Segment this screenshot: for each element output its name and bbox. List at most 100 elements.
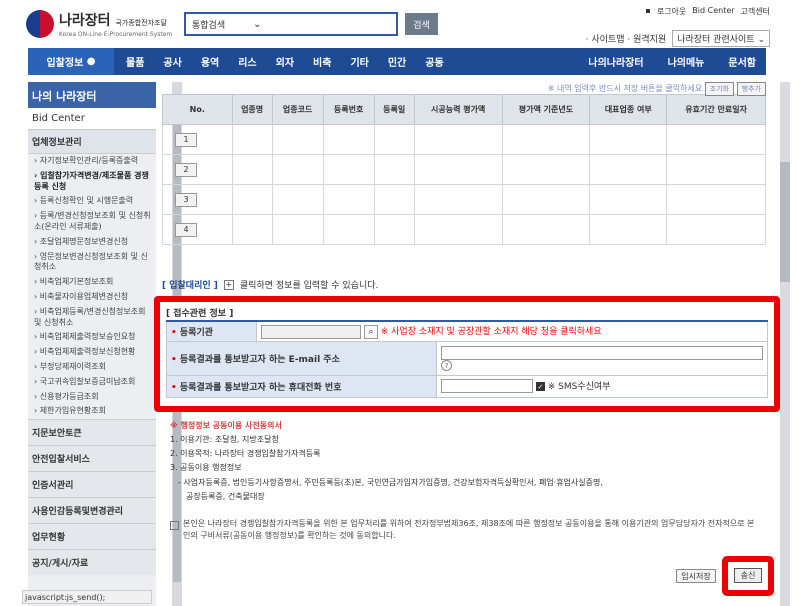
email-label: 등록결과를 통보받고자 하는 E-mail 주소 <box>179 354 340 365</box>
col-eval-year: 평가액 기준년도 <box>501 94 591 125</box>
required-mark: • <box>171 382 177 393</box>
nav-item-lease[interactable]: 리스 <box>238 54 256 69</box>
lock-icon: ▪ <box>645 6 651 15</box>
help-icon[interactable]: ? <box>441 359 452 371</box>
consent-line: 2. 이용목적: 나라장터 경쟁입찰참가자격등록 <box>170 449 321 459</box>
sidebar-item[interactable]: › 비축업체등록/변경신청정보조회 및 신청취소 <box>28 305 156 331</box>
consent-line: 3. 공동이용 행정정보 <box>170 463 242 473</box>
agency-note: ※ 사업장 소재지 및 공장관할 소재지 해당 청을 클릭하세요 <box>380 327 602 337</box>
reset-button[interactable]: 조기화 <box>704 82 735 96</box>
logo-title: 나라장터 <box>59 13 111 29</box>
nav-item-stockpile[interactable]: 비축 <box>313 54 331 69</box>
sidebar-bottom-item[interactable]: 인증서관리 <box>28 471 156 498</box>
sidebar-bid-center[interactable]: Bid Center <box>28 108 156 130</box>
bid-center-link[interactable]: Bid Center <box>692 6 734 17</box>
required-mark: • <box>171 354 177 365</box>
save-notice: ※ 내역 입력후 반드시 저장 버튼을 클릭하세요 <box>547 84 703 93</box>
search-select[interactable]: 통합검색 ⌄ <box>184 12 398 36</box>
customer-center-link[interactable]: 고객센터 <box>741 6 770 17</box>
nav-item-joint[interactable]: 공동 <box>425 54 443 69</box>
sidebar-bottom-item[interactable]: 안전입찰서비스 <box>28 445 156 472</box>
nav-my-nara[interactable]: 나의나라장터 <box>588 54 643 69</box>
logo[interactable]: 나라장터 국가종합전자조달 Korea ON-Line E-Procuremen… <box>26 10 172 38</box>
sidebar-item[interactable]: › 제한가입유현황조회 <box>28 404 156 419</box>
logo-subtitle-kr: 국가종합전자조달 <box>115 19 167 27</box>
sidebar-item[interactable]: › 자기정보확인관리/등록증출력 <box>28 154 156 169</box>
row-number-button[interactable]: 3 <box>175 192 197 207</box>
email-field[interactable] <box>441 345 763 360</box>
col-industry-name: 업종명 <box>231 94 273 125</box>
receipt-section-title: [ 접수관련 정보 ] <box>166 309 234 319</box>
nav-item-foreign[interactable]: 외자 <box>276 54 294 69</box>
util-links: ▪ 로그아웃 Bid Center 고객센터 <box>645 6 770 17</box>
nav-my-menu[interactable]: 나의메뉴 <box>668 54 705 69</box>
search-select-value: 통합검색 <box>192 20 226 31</box>
consent-section: ※ 행정정보 공동이용 사전동의서 1. 이용기관: 조달청, 지방조달청 2.… <box>170 420 760 505</box>
row-number-button[interactable]: 4 <box>175 222 197 237</box>
col-expiry: 유효기간 만료일자 <box>666 94 766 125</box>
logout-link[interactable]: 로그아웃 <box>657 6 686 17</box>
agency-input[interactable] <box>261 324 361 339</box>
sidebar-item[interactable]: › 등록/변경신청정보조회 및 신청취소(온라인 서류제출) <box>28 209 156 235</box>
drop-icon: ● <box>86 56 96 67</box>
bid-agent-row: [ 입찰대리인 ] + 클릭하면 정보를 입력할 수 있습니다. <box>162 278 378 291</box>
nav-item-service[interactable]: 용역 <box>201 54 219 69</box>
search-button[interactable]: 검색 <box>405 13 438 35</box>
table-row: 2 <box>162 154 766 185</box>
row-number-button[interactable]: 2 <box>175 162 197 177</box>
sidebar-item[interactable]: › 비축물자이용업체변경신청 <box>28 290 156 305</box>
nav-bid-info-label: 입찰정보 <box>46 58 84 69</box>
logo-subtitle-en: Korea ON-Line E-Procurement System <box>59 31 173 38</box>
page-scrollbar[interactable] <box>780 82 790 606</box>
nav-item-construction[interactable]: 공사 <box>163 54 181 69</box>
col-main-industry: 대표업종 여부 <box>589 94 668 125</box>
sidebar-item[interactable]: › 부정당제재이력조회 <box>28 360 156 375</box>
receipt-form: • 등록기관 ⌕ ※ 사업장 소재지 및 공장관할 소재지 해당 청을 클릭하세… <box>166 320 768 398</box>
bid-agent-label: [ 입찰대리인 ] <box>162 281 218 291</box>
nav-item-etc[interactable]: 기타 <box>350 54 368 69</box>
send-button[interactable]: 송신 <box>734 568 762 583</box>
sidebar-item[interactable]: › 조달업체명문정보변경신청 <box>28 235 156 250</box>
sms-checkbox[interactable]: ✓ <box>535 381 545 391</box>
page-scroll-thumb[interactable] <box>780 162 790 282</box>
sidebar-bottom-item[interactable]: 공지/게시/자료 <box>28 549 156 576</box>
sidebar-item[interactable]: › 비축업체기본정보조회 <box>28 275 156 290</box>
col-capacity: 시공능력 평가액 <box>413 94 503 125</box>
sidebar: 나의 나라장터 Bid Center 업체정보관리 › 자기정보확인관리/등록증… <box>28 82 182 606</box>
sitemap-link[interactable]: · 사이트맵 · 원격지원 <box>586 32 667 45</box>
main-nav: 입찰정보 ● 물품 공사 용역 리스 외자 비축 기타 민간 공동 나의나라장터… <box>28 48 766 75</box>
sidebar-item[interactable]: › 영문정보변경신청정보조회 및 신청취소 <box>28 250 156 276</box>
sidebar-item[interactable]: › 국고귀속입찰보증금미납조회 <box>28 375 156 390</box>
col-industry-code: 업종코드 <box>271 94 324 125</box>
nav-bid-info[interactable]: 입찰정보 ● <box>28 48 114 75</box>
nav-item-goods[interactable]: 물품 <box>126 54 144 69</box>
agency-label: 등록기관 <box>179 327 214 338</box>
sidebar-item[interactable]: › 비축업체제출력정보승인요청 <box>28 330 156 345</box>
sidebar-item[interactable]: › 등록신청확인 및 시행문출력 <box>28 194 156 209</box>
sidebar-bottom-item[interactable]: 사용인감등록및변경관리 <box>28 497 156 524</box>
table-row: 3 <box>162 184 766 215</box>
sidebar-bottom-item[interactable]: 업무현황 <box>28 523 156 550</box>
sidebar-bottom-item[interactable]: 지문보안토큰 <box>28 419 156 446</box>
temp-save-button[interactable]: 임시저장 <box>676 569 716 583</box>
sidebar-section[interactable]: 업체정보관리 <box>28 130 156 154</box>
license-table: No. 업종명 업종코드 등록번호 등록일 시공능력 평가액 평가액 기준년도 … <box>162 94 766 245</box>
sidebar-item[interactable]: › 비축업체제출력정보신청현황 <box>28 345 156 360</box>
search-icon[interactable]: ⌕ <box>363 324 378 339</box>
sidebar-item-active[interactable]: › 입찰참가자격변경/제조물품 경쟁 등록 신청 <box>28 169 156 195</box>
nav-docbox[interactable]: 문서함 <box>728 54 756 69</box>
related-site-select[interactable]: 나라장터 관련사이트 ⌄ <box>672 30 770 47</box>
required-mark: • <box>171 327 177 338</box>
agree-checkbox[interactable] <box>170 521 179 530</box>
sidebar-item[interactable]: › 신용평가등급조회 <box>28 390 156 405</box>
bid-agent-desc: 클릭하면 정보를 입력할 수 있습니다. <box>239 281 379 291</box>
plus-icon[interactable]: + <box>223 279 234 290</box>
sidebar-title: 나의 나라장터 <box>28 82 156 108</box>
row-number-button[interactable]: 1 <box>175 132 197 147</box>
phone-field[interactable] <box>441 379 533 394</box>
nav-item-private[interactable]: 민간 <box>388 54 406 69</box>
table-row: 1 <box>162 124 766 155</box>
add-row-button[interactable]: 행추가 <box>736 82 766 96</box>
header: 나라장터 국가종합전자조달 Korea ON-Line E-Procuremen… <box>0 0 800 48</box>
consent-line: 1. 이용기관: 조달청, 지방조달청 <box>170 435 279 444</box>
